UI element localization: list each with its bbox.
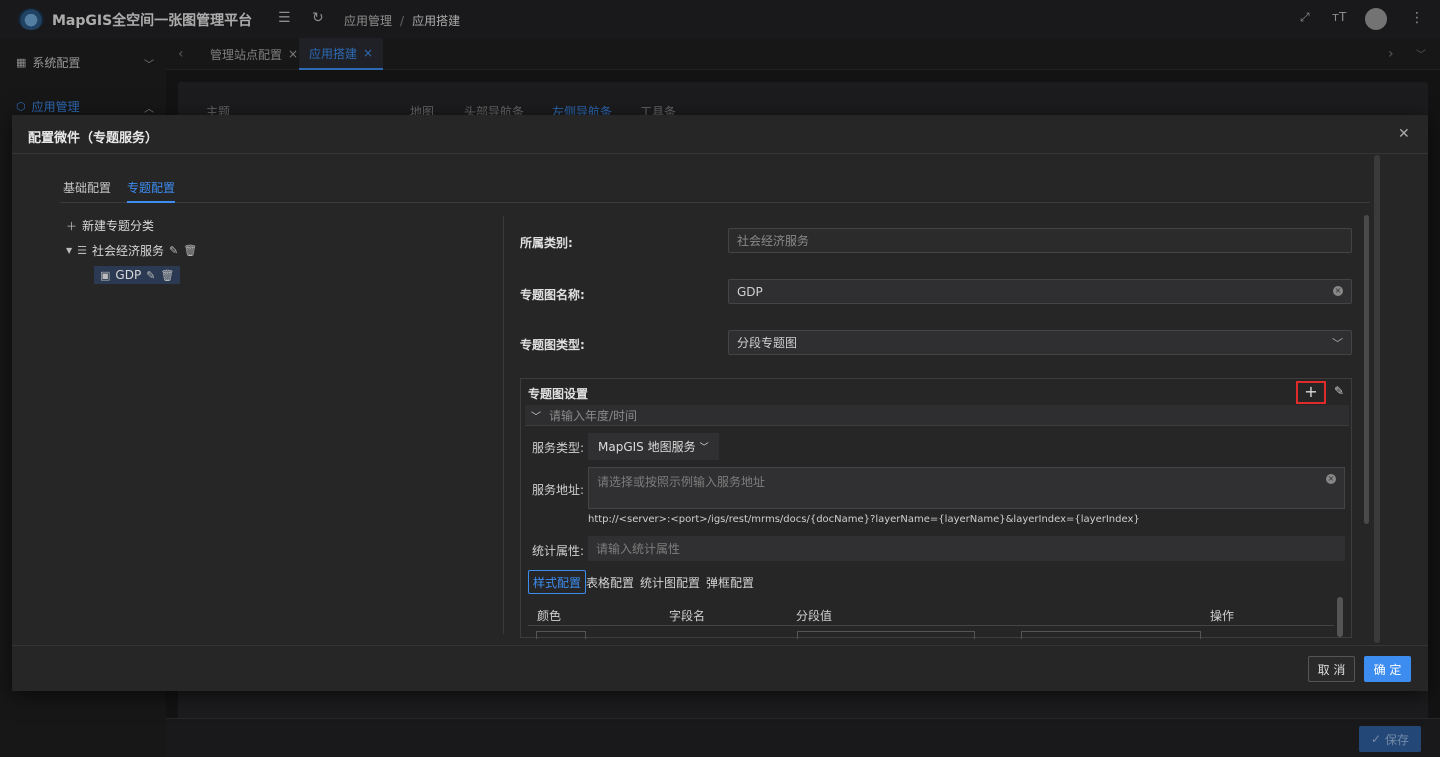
tab-chart-config[interactable]: 统计图配置 bbox=[640, 570, 700, 594]
table-scrollbar[interactable] bbox=[1337, 597, 1343, 637]
col-action: 操作 bbox=[1210, 609, 1235, 623]
add-setting-button[interactable]: + bbox=[1296, 381, 1326, 404]
config-widget-modal: 配置微件（专题服务） ✕ 基础配置 专题配置 ＋ 新建专题分类 ▼ ☰ 社会经济… bbox=[12, 115, 1428, 691]
category-label: 所属类别: bbox=[520, 236, 573, 250]
delete-icon[interactable]: 🗑 bbox=[160, 269, 174, 282]
chevron-down-icon[interactable]: ﹀ bbox=[531, 408, 541, 423]
col-field: 字段名 bbox=[669, 609, 706, 623]
cancel-button[interactable]: 取 消 bbox=[1308, 656, 1355, 682]
table-header-divider bbox=[528, 625, 1334, 626]
tree-node-gdp[interactable]: ▣ GDP ✎ 🗑 bbox=[94, 266, 181, 284]
add-category-button[interactable]: ＋ 新建专题分类 bbox=[66, 217, 154, 234]
edit-icon[interactable]: ✎ bbox=[1334, 384, 1344, 398]
service-url-input[interactable]: 请选择或按照示例输入服务地址 × bbox=[588, 467, 1345, 509]
inner-scrollbar[interactable] bbox=[1364, 215, 1369, 524]
range-end-input[interactable] bbox=[1021, 631, 1201, 639]
edit-icon[interactable]: ✎ bbox=[169, 244, 178, 257]
ok-button[interactable]: 确 定 bbox=[1364, 656, 1411, 682]
theme-settings-panel: 专题图设置 + ✎ ﹀ 请输入年度/时间 服务类型: MapGIS 地图服务 ﹀… bbox=[520, 378, 1352, 638]
tab-popup-config[interactable]: 弹框配置 bbox=[706, 570, 754, 594]
service-url-placeholder: 请选择或按照示例输入服务地址 bbox=[597, 475, 766, 489]
url-hint: http://<server>:<port>/igs/rest/mrms/doc… bbox=[588, 514, 1140, 525]
edit-icon[interactable]: ✎ bbox=[146, 269, 155, 282]
theme-name-value: GDP bbox=[737, 284, 763, 299]
modal-title: 配置微件（专题服务） bbox=[28, 131, 159, 146]
service-type-value: MapGIS 地图服务 bbox=[598, 440, 696, 454]
service-url-label: 服务地址: bbox=[532, 483, 585, 497]
theme-type-label: 专题图类型: bbox=[520, 338, 585, 352]
theme-name-input[interactable]: GDP × bbox=[728, 279, 1352, 304]
panel-title: 专题图设置 bbox=[528, 387, 589, 401]
add-category-label: 新建专题分类 bbox=[82, 219, 155, 233]
tab-table-config[interactable]: 表格配置 bbox=[586, 570, 634, 594]
chevron-down-icon: ﹀ bbox=[1332, 337, 1343, 350]
col-range: 分段值 bbox=[796, 609, 833, 623]
range-start-input[interactable] bbox=[797, 631, 975, 639]
color-picker[interactable] bbox=[536, 631, 586, 639]
year-placeholder: 请输入年度/时间 bbox=[549, 408, 638, 423]
tree-node-label: 社会经济服务 bbox=[92, 244, 165, 258]
stat-attr-placeholder: 请输入统计属性 bbox=[596, 542, 681, 556]
modal-tabs: 基础配置 专题配置 bbox=[60, 175, 1370, 203]
tab-style-config[interactable]: 样式配置 bbox=[528, 570, 587, 594]
category-value: 社会经济服务 bbox=[737, 234, 810, 248]
service-type-select[interactable]: MapGIS 地图服务 ﹀ bbox=[588, 433, 719, 460]
tab-basic-config[interactable]: 基础配置 bbox=[63, 179, 111, 203]
stat-attr-input[interactable]: 请输入统计属性 bbox=[588, 536, 1345, 561]
list-icon: ☰ bbox=[77, 244, 88, 257]
col-color: 颜色 bbox=[537, 609, 562, 623]
service-type-label: 服务类型: bbox=[532, 441, 585, 455]
theme-name-label: 专题图名称: bbox=[520, 288, 585, 302]
modal-header: 配置微件（专题服务） ✕ bbox=[12, 115, 1428, 154]
image-icon: ▣ bbox=[100, 268, 111, 282]
theme-type-select[interactable]: 分段专题图 ﹀ bbox=[728, 330, 1352, 355]
modal-footer: 取 消 确 定 bbox=[12, 645, 1428, 691]
divider bbox=[503, 216, 504, 634]
plus-icon: ＋ bbox=[66, 219, 77, 233]
chevron-down-icon: ﹀ bbox=[699, 443, 709, 453]
tree-node-label: GDP bbox=[115, 268, 142, 282]
category-input: 社会经济服务 bbox=[728, 228, 1352, 253]
stat-attr-label: 统计属性: bbox=[532, 544, 585, 558]
tree-node-category[interactable]: ▼ ☰ 社会经济服务 ✎ 🗑 bbox=[66, 242, 197, 259]
clear-icon[interactable]: × bbox=[1326, 474, 1336, 484]
year-input[interactable]: ﹀ 请输入年度/时间 bbox=[525, 405, 1349, 426]
tab-theme-config[interactable]: 专题配置 bbox=[127, 179, 176, 203]
caret-down-icon[interactable]: ▼ bbox=[66, 246, 72, 255]
clear-icon[interactable]: × bbox=[1333, 286, 1343, 296]
theme-type-value: 分段专题图 bbox=[737, 336, 798, 350]
delete-icon[interactable]: 🗑 bbox=[183, 244, 197, 257]
modal-scrollbar[interactable] bbox=[1374, 155, 1380, 643]
close-icon[interactable]: ✕ bbox=[1398, 126, 1410, 142]
